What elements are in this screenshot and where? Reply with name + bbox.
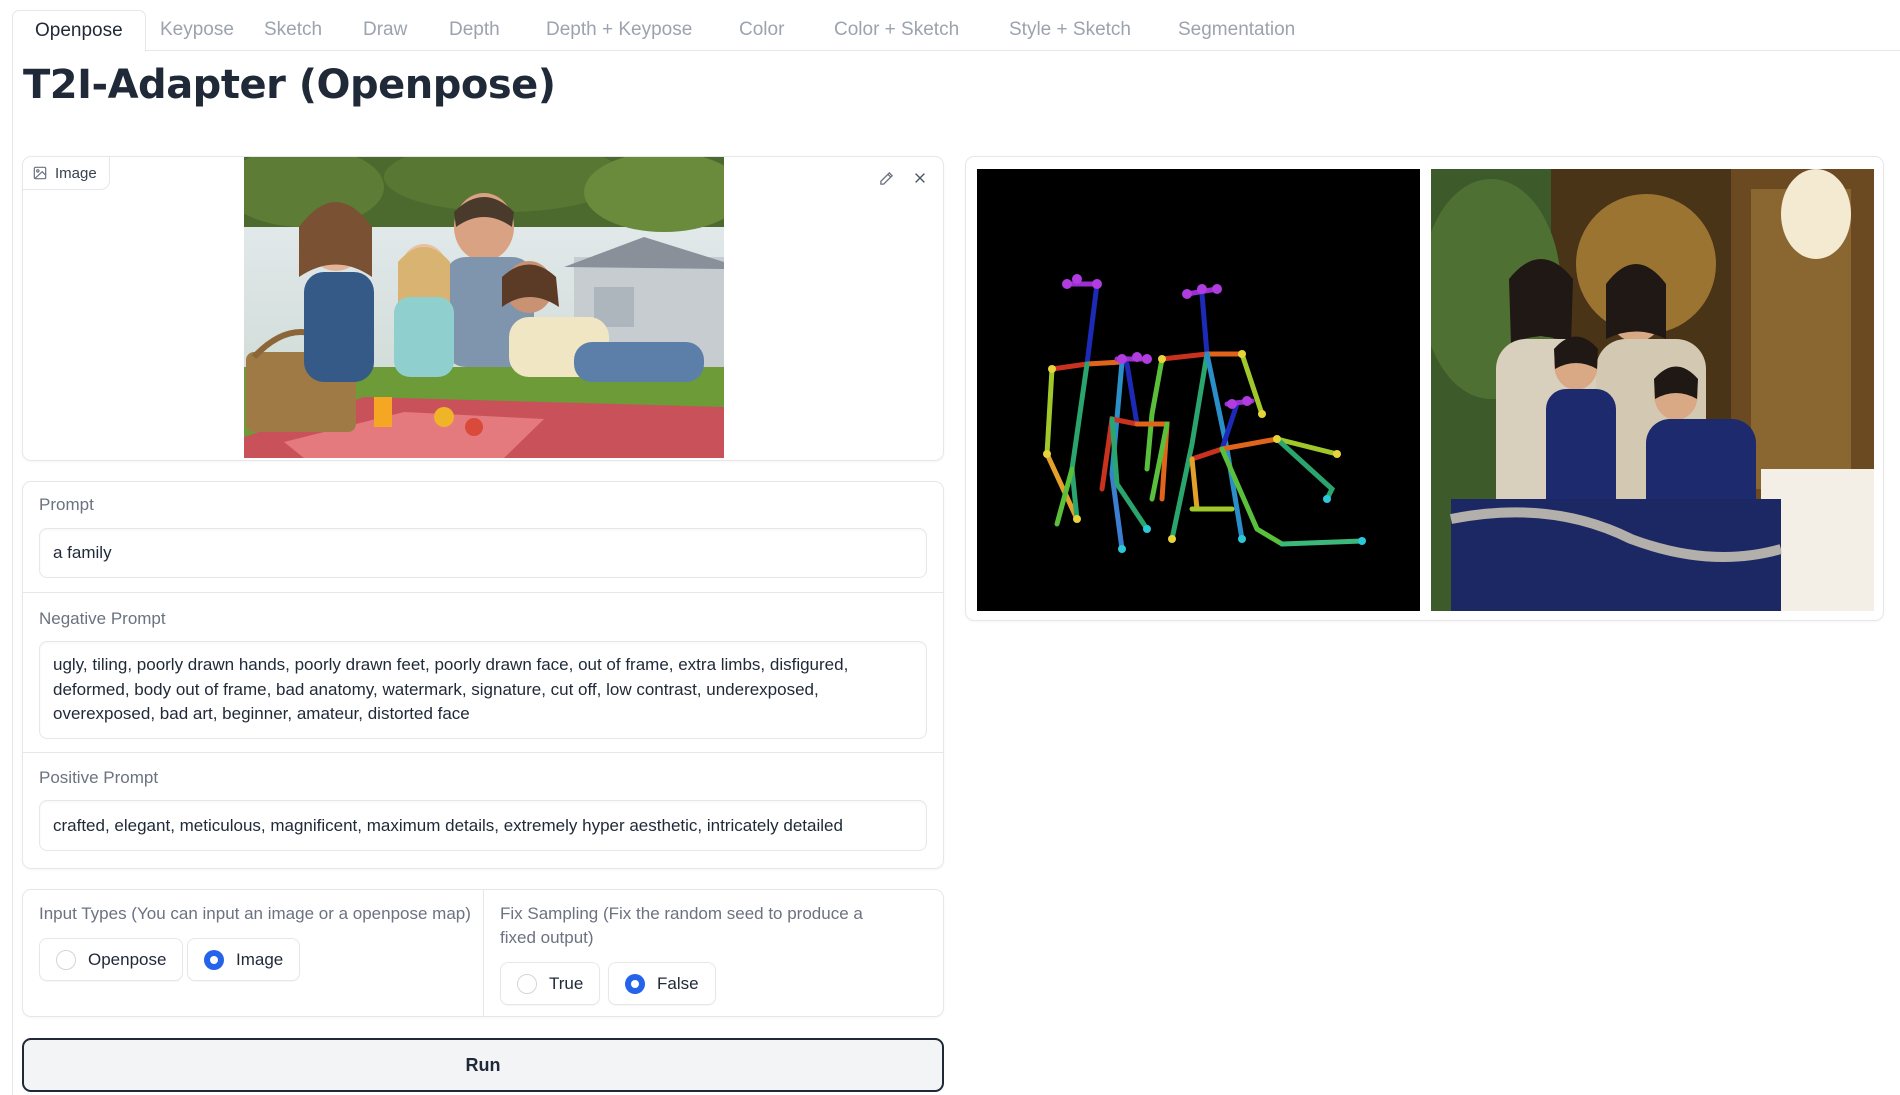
radio-openpose[interactable]: Openpose [39, 938, 184, 981]
image-tools [877, 169, 929, 187]
tab-sketch[interactable]: Sketch [242, 10, 344, 51]
radio-image[interactable]: Image [187, 938, 301, 981]
tab-depth[interactable]: Depth [427, 10, 522, 51]
tab-color[interactable]: Color [717, 10, 806, 51]
positive-prompt-field: Positive Prompt crafted, elegant, meticu… [23, 753, 943, 868]
image-icon [33, 166, 47, 180]
pose-map-image[interactable] [977, 169, 1420, 611]
prompt-fields: Prompt a family Negative Prompt ugly, ti… [22, 481, 944, 869]
input-types-label: Input Types (You can input an image or a… [39, 904, 471, 923]
tab-openpose[interactable]: Openpose [12, 10, 146, 52]
radio-true-label: True [549, 973, 584, 993]
tab-draw[interactable]: Draw [341, 10, 429, 51]
radio-false-indicator[interactable] [625, 973, 645, 994]
uploaded-family-photo [244, 157, 724, 458]
tab-keypose[interactable]: Keypose [138, 10, 256, 51]
tab-color-sketch[interactable]: Color + Sketch [812, 10, 981, 51]
radio-false-label: False [657, 973, 699, 993]
run-button[interactable]: Run [22, 1038, 944, 1092]
output-gallery [965, 156, 1884, 621]
page-title: T2I-Adapter (Openpose) [23, 62, 556, 108]
tab-depth-keypose[interactable]: Depth + Keypose [524, 10, 714, 51]
positive-prompt-input[interactable]: crafted, elegant, meticulous, magnificen… [39, 800, 927, 851]
negative-prompt-field: Negative Prompt ugly, tiling, poorly dra… [23, 593, 943, 753]
radio-image-label: Image [236, 949, 284, 969]
image-label: Image [23, 157, 110, 190]
edit-icon[interactable] [877, 169, 895, 187]
radio-false[interactable]: False [608, 962, 716, 1005]
close-icon[interactable] [911, 169, 929, 187]
negative-prompt-label: Negative Prompt [39, 609, 166, 628]
generated-image[interactable] [1431, 169, 1874, 611]
input-types-group: Input Types (You can input an image or a… [23, 890, 483, 1016]
image-upload[interactable]: Image [22, 156, 944, 461]
prompt-field: Prompt a family [23, 482, 943, 593]
tab-bar: Openpose Keypose Sketch Draw Depth Depth… [12, 10, 1900, 52]
prompt-input[interactable]: a family [39, 528, 927, 578]
radio-openpose-label: Openpose [88, 949, 167, 969]
negative-prompt-input[interactable]: ugly, tiling, poorly drawn hands, poorly… [39, 641, 927, 739]
radio-true-indicator[interactable] [517, 973, 537, 994]
tab-style-sketch[interactable]: Style + Sketch [987, 10, 1153, 51]
options-row: Input Types (You can input an image or a… [22, 889, 944, 1017]
fix-sampling-group: Fix Sampling (Fix the random seed to pro… [483, 890, 943, 1016]
fix-sampling-label: Fix Sampling (Fix the random seed to pro… [500, 904, 863, 947]
radio-true[interactable]: True [500, 962, 601, 1005]
radio-openpose-indicator[interactable] [56, 949, 76, 970]
image-label-text: Image [55, 164, 97, 182]
radio-image-indicator[interactable] [204, 949, 224, 970]
positive-prompt-label: Positive Prompt [39, 768, 159, 787]
prompt-label: Prompt [39, 495, 94, 514]
tab-segmentation[interactable]: Segmentation [1156, 10, 1317, 51]
